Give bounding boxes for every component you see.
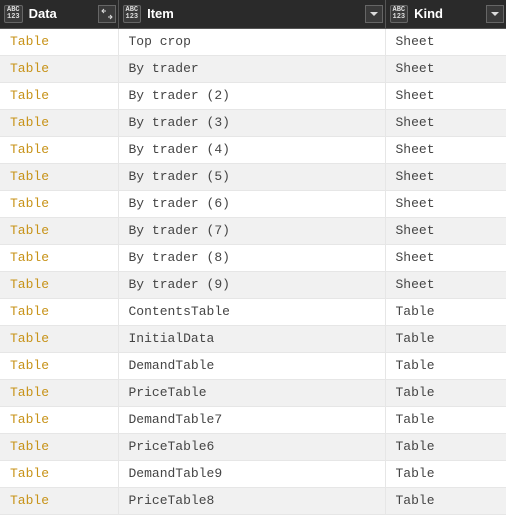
- table-row[interactable]: TableContentsTableTable: [0, 298, 506, 325]
- cell-item[interactable]: DemandTable9: [118, 460, 385, 487]
- expand-icon[interactable]: [98, 5, 116, 23]
- table-row[interactable]: TableBy trader (6)Sheet: [0, 190, 506, 217]
- table-row[interactable]: TableBy trader (4)Sheet: [0, 136, 506, 163]
- type-icon: ABC 123: [123, 5, 142, 23]
- type-icon: ABC 123: [4, 5, 23, 23]
- cell-data[interactable]: Table: [0, 163, 118, 190]
- cell-data[interactable]: Table: [0, 136, 118, 163]
- cell-kind[interactable]: Table: [385, 325, 506, 352]
- cell-kind[interactable]: Sheet: [385, 163, 506, 190]
- cell-data[interactable]: Table: [0, 190, 118, 217]
- cell-data[interactable]: Table: [0, 217, 118, 244]
- cell-item[interactable]: By trader (2): [118, 82, 385, 109]
- cell-data[interactable]: Table: [0, 244, 118, 271]
- cell-kind[interactable]: Sheet: [385, 55, 506, 82]
- cell-item[interactable]: PriceTable: [118, 379, 385, 406]
- cell-data[interactable]: Table: [0, 109, 118, 136]
- table-row[interactable]: TableBy trader (3)Sheet: [0, 109, 506, 136]
- cell-item[interactable]: By trader (7): [118, 217, 385, 244]
- cell-kind[interactable]: Table: [385, 487, 506, 514]
- cell-item[interactable]: By trader (8): [118, 244, 385, 271]
- cell-data[interactable]: Table: [0, 271, 118, 298]
- cell-item[interactable]: InitialData: [118, 325, 385, 352]
- header-item[interactable]: ABC 123 Item: [118, 0, 385, 28]
- cell-item[interactable]: By trader: [118, 55, 385, 82]
- cell-kind[interactable]: Table: [385, 352, 506, 379]
- table-row[interactable]: TableBy traderSheet: [0, 55, 506, 82]
- chevron-down-icon[interactable]: [486, 5, 504, 23]
- table-row[interactable]: TableDemandTableTable: [0, 352, 506, 379]
- table-row[interactable]: TableBy trader (7)Sheet: [0, 217, 506, 244]
- cell-item[interactable]: By trader (9): [118, 271, 385, 298]
- cell-item[interactable]: PriceTable6: [118, 433, 385, 460]
- cell-kind[interactable]: Sheet: [385, 244, 506, 271]
- cell-kind[interactable]: Table: [385, 433, 506, 460]
- cell-kind[interactable]: Sheet: [385, 28, 506, 55]
- cell-item[interactable]: PriceTable8: [118, 487, 385, 514]
- table-row[interactable]: TableTop cropSheet: [0, 28, 506, 55]
- cell-kind[interactable]: Sheet: [385, 190, 506, 217]
- table-row[interactable]: TableBy trader (9)Sheet: [0, 271, 506, 298]
- cell-data[interactable]: Table: [0, 82, 118, 109]
- cell-item[interactable]: ContentsTable: [118, 298, 385, 325]
- cell-data[interactable]: Table: [0, 406, 118, 433]
- cell-item[interactable]: DemandTable: [118, 352, 385, 379]
- cell-kind[interactable]: Sheet: [385, 82, 506, 109]
- cell-item[interactable]: By trader (4): [118, 136, 385, 163]
- table-row[interactable]: TablePriceTable6Table: [0, 433, 506, 460]
- table-row[interactable]: TableDemandTable7Table: [0, 406, 506, 433]
- header-kind[interactable]: ABC 123 Kind: [385, 0, 506, 28]
- table-row[interactable]: TableBy trader (2)Sheet: [0, 82, 506, 109]
- cell-data[interactable]: Table: [0, 325, 118, 352]
- cell-kind[interactable]: Table: [385, 406, 506, 433]
- type-icon: ABC 123: [390, 5, 409, 23]
- cell-data[interactable]: Table: [0, 55, 118, 82]
- cell-kind[interactable]: Sheet: [385, 136, 506, 163]
- cell-data[interactable]: Table: [0, 379, 118, 406]
- cell-item[interactable]: DemandTable7: [118, 406, 385, 433]
- cell-kind[interactable]: Sheet: [385, 109, 506, 136]
- cell-kind[interactable]: Table: [385, 379, 506, 406]
- data-grid: ABC 123 Data ABC 123: [0, 0, 506, 515]
- cell-item[interactable]: By trader (3): [118, 109, 385, 136]
- header-label: Kind: [414, 6, 483, 21]
- header-row: ABC 123 Data ABC 123: [0, 0, 506, 28]
- table-row[interactable]: TableDemandTable9Table: [0, 460, 506, 487]
- cell-kind[interactable]: Sheet: [385, 217, 506, 244]
- table-row[interactable]: TableBy trader (8)Sheet: [0, 244, 506, 271]
- cell-kind[interactable]: Table: [385, 460, 506, 487]
- chevron-down-icon[interactable]: [365, 5, 383, 23]
- table-row[interactable]: TablePriceTableTable: [0, 379, 506, 406]
- cell-data[interactable]: Table: [0, 487, 118, 514]
- cell-data[interactable]: Table: [0, 460, 118, 487]
- cell-item[interactable]: By trader (5): [118, 163, 385, 190]
- cell-data[interactable]: Table: [0, 352, 118, 379]
- cell-item[interactable]: Top crop: [118, 28, 385, 55]
- table-row[interactable]: TableBy trader (5)Sheet: [0, 163, 506, 190]
- cell-item[interactable]: By trader (6): [118, 190, 385, 217]
- table-row[interactable]: TablePriceTable8Table: [0, 487, 506, 514]
- cell-kind[interactable]: Sheet: [385, 271, 506, 298]
- cell-data[interactable]: Table: [0, 28, 118, 55]
- cell-data[interactable]: Table: [0, 433, 118, 460]
- cell-data[interactable]: Table: [0, 298, 118, 325]
- header-label: Data: [29, 6, 96, 21]
- header-data[interactable]: ABC 123 Data: [0, 0, 118, 28]
- table-row[interactable]: TableInitialDataTable: [0, 325, 506, 352]
- cell-kind[interactable]: Table: [385, 298, 506, 325]
- header-label: Item: [147, 6, 362, 21]
